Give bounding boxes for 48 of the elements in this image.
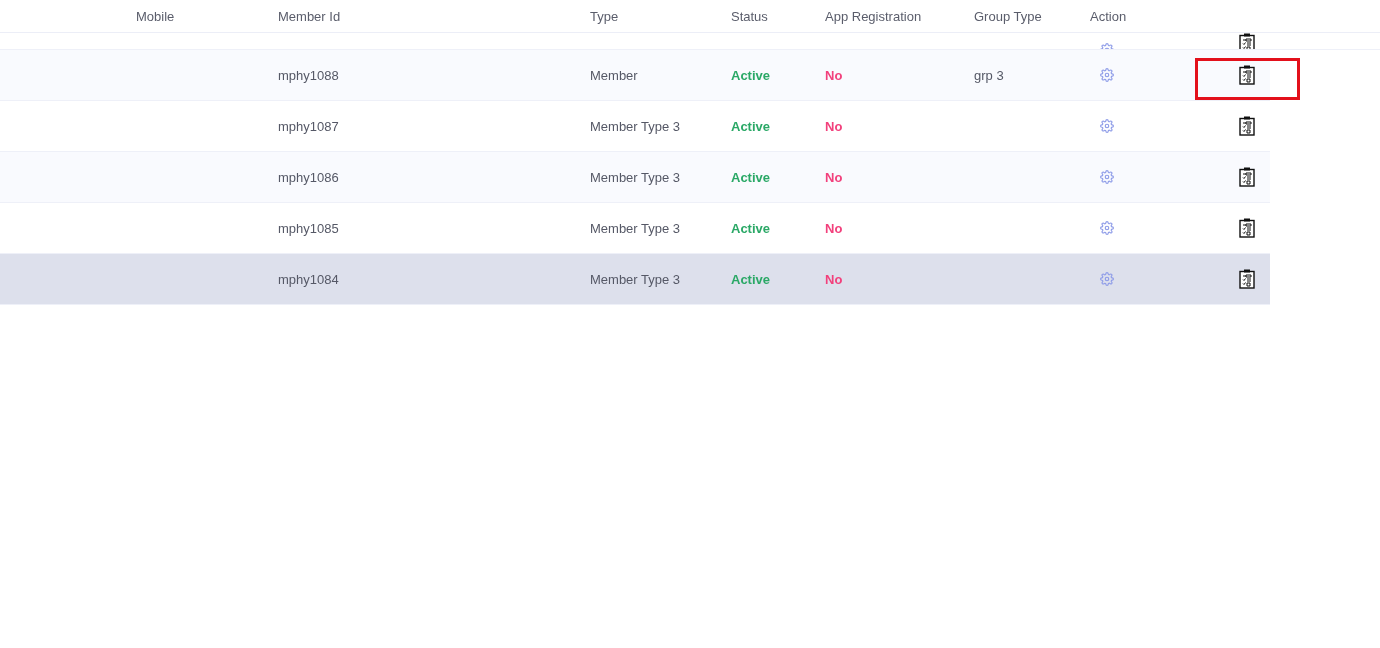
- table-row[interactable]: mphy1084 Member Type 3 Active No: [0, 254, 1270, 305]
- clipboard-button[interactable]: [1239, 65, 1255, 85]
- table-cell-text: Member Type 3: [590, 271, 682, 287]
- status-text: Active: [731, 118, 772, 134]
- status-text: Active: [731, 169, 772, 185]
- clipboard-icon: [1239, 269, 1255, 289]
- column-header: Action: [1090, 8, 1128, 24]
- settings-icon: [1100, 68, 1114, 82]
- clipboard-button[interactable]: [1239, 167, 1255, 187]
- clipboard-button[interactable]: [1239, 116, 1255, 136]
- clipboard-icon: [1239, 218, 1255, 238]
- clipboard-icon: [1239, 167, 1255, 187]
- app-registration-text: No: [825, 271, 844, 287]
- clipboard-icon: [1239, 116, 1255, 136]
- clipboard-button[interactable]: [1239, 33, 1255, 49]
- table-cell-text: mphy1088: [278, 67, 340, 83]
- settings-icon: [1100, 170, 1114, 184]
- table-cell-text: Member: [590, 67, 639, 83]
- column-header: Status: [731, 8, 769, 24]
- table-row[interactable]: mphy1088 Member Active No grp 3: [0, 50, 1270, 101]
- table-cell-text: Member Type 3: [590, 220, 682, 236]
- clipboard-icon: [1239, 33, 1255, 49]
- status-text: Active: [731, 271, 772, 287]
- table-cell-text: Member Type 3: [590, 169, 682, 185]
- clipboard-button[interactable]: [1239, 269, 1255, 289]
- app-registration-text: No: [825, 169, 844, 185]
- column-header: Type: [590, 8, 620, 24]
- settings-icon: [1100, 119, 1114, 133]
- clipboard-button[interactable]: [1239, 218, 1255, 238]
- table-cell-text: mphy1086: [278, 169, 340, 185]
- table-cell-text: mphy1084: [278, 271, 340, 287]
- app-registration-text: No: [825, 67, 844, 83]
- settings-icon: [1100, 272, 1114, 286]
- status-text: Active: [731, 67, 772, 83]
- table-cell-text: grp 3: [974, 67, 1005, 83]
- column-header: Member Id: [278, 8, 342, 24]
- table-cell-text: mphy1087: [278, 118, 340, 134]
- table-cell-text: Member Type 3: [590, 118, 682, 134]
- table-row[interactable]: mphy1086 Member Type 3 Active No: [0, 152, 1270, 203]
- clipboard-icon: [1239, 65, 1255, 85]
- column-header: Mobile: [136, 8, 176, 24]
- status-text: Active: [731, 220, 772, 236]
- column-header: Group Type: [974, 8, 1043, 24]
- app-registration-text: No: [825, 220, 844, 236]
- table-cell-text: mphy1085: [278, 220, 340, 236]
- settings-icon: [1100, 221, 1114, 235]
- app-registration-text: No: [825, 118, 844, 134]
- column-header: App Registration: [825, 8, 923, 24]
